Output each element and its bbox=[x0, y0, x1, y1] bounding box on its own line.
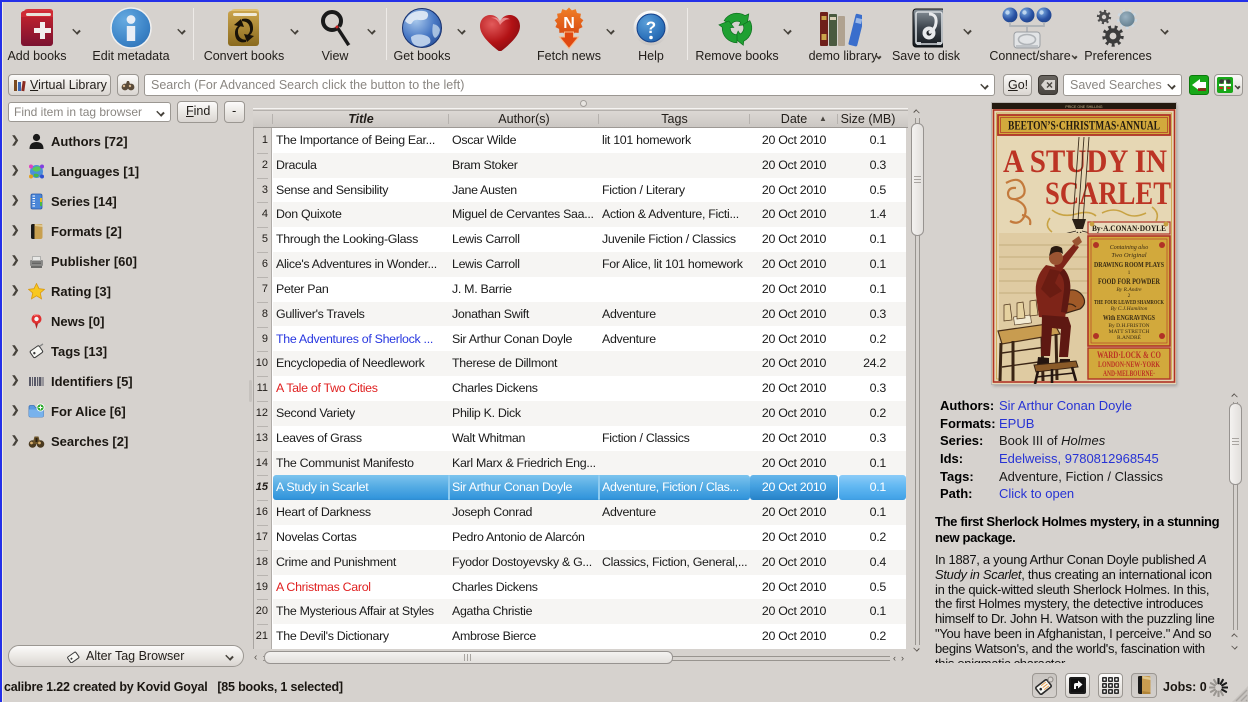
svg-text:DRAWING ROOM PLAYS: DRAWING ROOM PLAYS bbox=[1094, 260, 1164, 269]
svg-text:By C.J.Hamilton: By C.J.Hamilton bbox=[1111, 306, 1148, 312]
svg-text:N: N bbox=[563, 15, 575, 32]
svg-text:SCARLET: SCARLET bbox=[1045, 176, 1171, 212]
svg-text:With ENGRAVINGS: With ENGRAVINGS bbox=[1103, 314, 1155, 322]
svg-text:?: ? bbox=[646, 18, 656, 37]
svg-text:1: 1 bbox=[1128, 270, 1131, 276]
svg-text:Two Original: Two Original bbox=[1111, 252, 1146, 259]
svg-text:A STUDY IN: A STUDY IN bbox=[1003, 144, 1167, 180]
svg-text:2: 2 bbox=[1128, 293, 1131, 299]
svg-text:R.ANDRÉ: R.ANDRÉ bbox=[1117, 333, 1142, 341]
svg-text:LONDON·NEW·YORK: LONDON·NEW·YORK bbox=[1098, 360, 1161, 369]
svg-text:AND·MELBOURNE·: AND·MELBOURNE· bbox=[1103, 369, 1155, 378]
svg-text:PRICE ONE SHILLING: PRICE ONE SHILLING bbox=[1065, 105, 1102, 109]
svg-text:BEETON’S·CHRISTMAS·ANNUAL: BEETON’S·CHRISTMAS·ANNUAL bbox=[1008, 118, 1160, 133]
svg-text:Containing also: Containing also bbox=[1110, 245, 1149, 251]
svg-text:FOOD FOR POWDER: FOOD FOR POWDER bbox=[1098, 277, 1160, 286]
svg-text:By·A.CONAN·DOYLE: By·A.CONAN·DOYLE bbox=[1092, 224, 1166, 233]
svg-text:WARD·LOCK & CO: WARD·LOCK & CO bbox=[1097, 350, 1161, 360]
